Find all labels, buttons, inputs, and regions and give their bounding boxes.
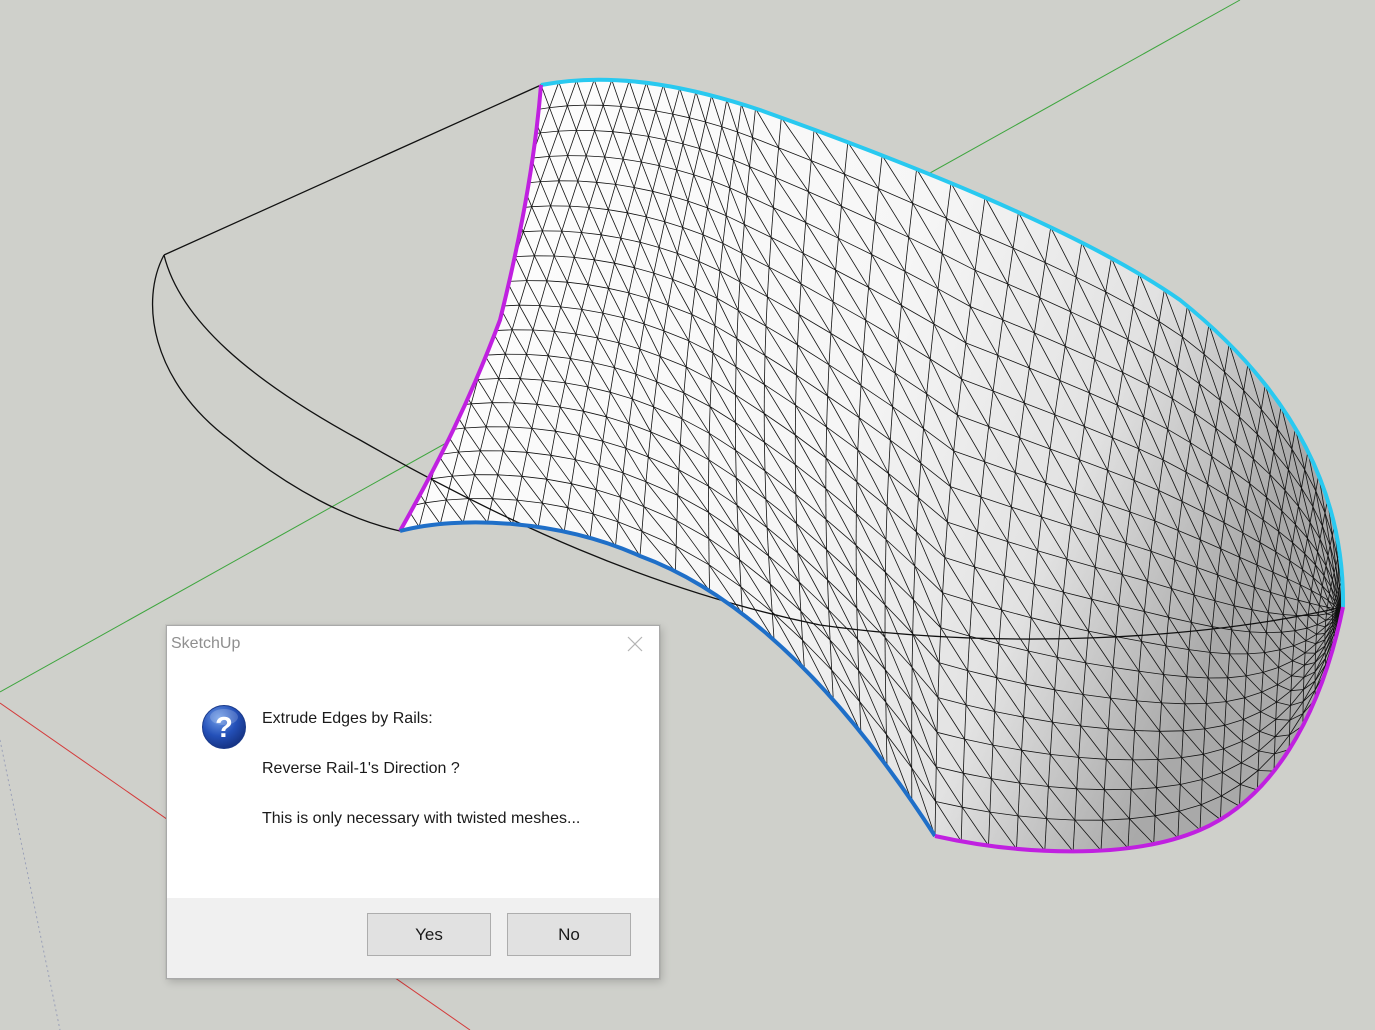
mesh-edge (855, 576, 858, 609)
mesh-edge (432, 409, 445, 431)
mesh-edge (461, 311, 473, 334)
mesh-edge (522, 135, 532, 159)
mesh-edge (512, 183, 523, 209)
mesh-edge (1308, 614, 1319, 617)
mesh-edge (486, 236, 497, 259)
mesh-edge (472, 330, 492, 334)
mesh-edge (477, 236, 488, 262)
dialog-title: SketchUp (171, 635, 241, 652)
mesh-edge (439, 381, 459, 386)
mesh-edge (708, 433, 710, 460)
dialog-message-question: Reverse Rail-1's Direction ? (262, 760, 460, 777)
close-icon (627, 636, 643, 652)
mesh-edge (522, 110, 533, 136)
mesh-edge (512, 135, 523, 162)
mesh-edge (504, 183, 523, 187)
mesh-edge (495, 211, 506, 234)
mesh-edge (495, 186, 505, 212)
mesh-edge (470, 283, 489, 288)
mesh-edge (495, 208, 514, 212)
svg-text:?: ? (215, 712, 233, 744)
blue-axis-dotted (0, 739, 61, 1030)
mesh-edge (461, 286, 471, 312)
mesh-edge (462, 307, 481, 312)
mesh-edge (504, 208, 514, 234)
mesh-edge (469, 286, 481, 309)
mesh-edge (454, 332, 473, 337)
mesh-edge (444, 406, 452, 431)
mesh-edge (469, 261, 479, 287)
yes-button[interactable]: Yes (367, 913, 491, 956)
mesh-edge (439, 360, 448, 386)
close-button[interactable] (621, 632, 649, 654)
mesh-edge (495, 258, 508, 282)
sketchup-dialog: SketchUp ? Extrude Edges by Rails: Rever… (166, 625, 660, 979)
mesh-edge (495, 233, 506, 259)
mesh-edge (735, 366, 737, 395)
mesh-edge (432, 385, 441, 411)
mesh-edge (439, 385, 452, 407)
mesh-edge (486, 233, 505, 238)
mesh-edge (513, 157, 532, 162)
mesh-edge (472, 308, 481, 334)
mesh-edge (503, 160, 514, 187)
mesh-edge (488, 281, 508, 284)
mesh-edge (432, 405, 452, 411)
mesh-edge (512, 160, 523, 184)
dialog-message-title: Extrude Edges by Rails: (262, 710, 433, 727)
mesh-edge (486, 211, 496, 237)
mesh-edge (487, 258, 497, 284)
mesh-edge (503, 186, 514, 209)
mesh-edge (446, 360, 459, 383)
mesh-edge (794, 464, 797, 495)
mesh-edge (708, 564, 710, 591)
no-button[interactable]: No (507, 913, 631, 956)
dialog-message-note: This is only necessary with twisted mesh… (262, 810, 581, 827)
mesh-edge (884, 669, 887, 703)
mesh-edge (487, 283, 500, 307)
question-icon: ? (202, 705, 246, 749)
mesh-edge (425, 409, 434, 435)
mesh-edge (425, 433, 439, 455)
mesh-edge (425, 430, 445, 435)
mesh-edge (479, 308, 493, 331)
mesh-edge (1159, 730, 1184, 732)
mesh-edge (457, 357, 466, 383)
mesh-edge (496, 256, 516, 259)
mesh-edge (477, 261, 489, 284)
mesh-edge (478, 258, 497, 263)
dialog-button-bar: Yes No (167, 898, 659, 978)
mesh-edge (454, 311, 463, 337)
mesh-edge (406, 482, 414, 507)
mesh-edge (479, 283, 489, 309)
mesh-edge (1289, 705, 1291, 721)
mesh-edge (464, 332, 473, 358)
mesh-edge (446, 336, 455, 362)
mesh-edge (450, 381, 459, 407)
mesh-edge (446, 357, 466, 362)
mesh-edge (1303, 665, 1305, 678)
mesh-edge (454, 336, 466, 358)
mesh-edge (480, 305, 500, 309)
mesh-edge (465, 354, 485, 358)
mesh-edge (472, 332, 486, 356)
